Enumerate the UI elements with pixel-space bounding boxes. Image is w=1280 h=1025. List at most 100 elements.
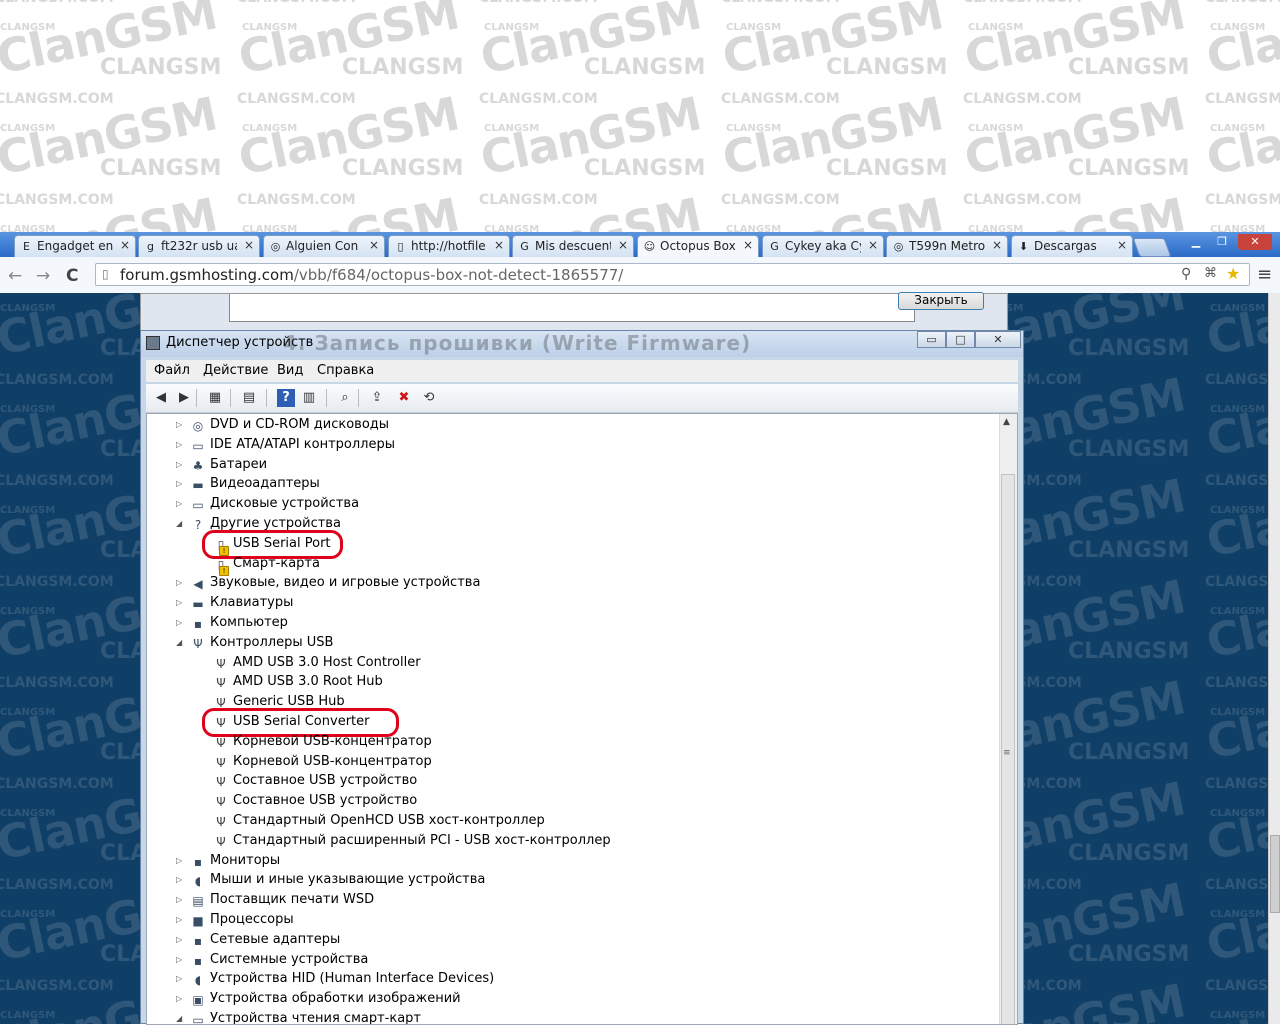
watermark-brand: ClanGSM bbox=[1201, 670, 1268, 770]
expand-icon[interactable]: ▷ bbox=[176, 598, 182, 607]
expand-icon[interactable]: ▷ bbox=[176, 935, 182, 944]
translate-icon[interactable]: ⌘ bbox=[1204, 266, 1217, 281]
tab-close-icon[interactable]: × bbox=[494, 238, 504, 252]
browser-tab[interactable]: G Cykey aka Cy × bbox=[762, 235, 884, 257]
url-bar[interactable]: ▯ forum.gsmhosting.com/vbb/f684/octopus-… bbox=[95, 263, 1250, 286]
expand-icon[interactable]: ▷ bbox=[176, 420, 182, 429]
browser-tab[interactable]: g ft232r usb ua × bbox=[138, 235, 260, 257]
menu-action[interactable]: Действие bbox=[203, 363, 268, 378]
tree-node-label: AMD USB 3.0 Host Controller bbox=[233, 654, 421, 670]
maximize-button[interactable]: □ bbox=[946, 331, 975, 348]
window-close-button[interactable]: ✕ bbox=[1238, 234, 1272, 250]
tab-favicon-icon: ◎ bbox=[893, 240, 904, 253]
collapse-icon[interactable]: ◢ bbox=[176, 519, 182, 528]
collapse-icon[interactable]: ◢ bbox=[176, 1014, 182, 1023]
toolbar-icon-3[interactable]: ▤ bbox=[240, 389, 258, 407]
toolbar-icon-6[interactable]: ⌕ bbox=[336, 389, 354, 407]
tree-scrollbar[interactable]: ▲ ≡ bbox=[999, 414, 1017, 1024]
warning-device-icon: ▯! bbox=[213, 558, 229, 576]
toolbar-icon-9[interactable]: ⟲ bbox=[420, 389, 438, 407]
toolbar-separator bbox=[196, 389, 197, 407]
expand-icon[interactable]: ▷ bbox=[176, 994, 182, 1003]
expand-icon[interactable]: ▷ bbox=[176, 915, 182, 924]
scroll-grip-icon: ≡ bbox=[1003, 748, 1011, 758]
back-button[interactable]: ← bbox=[8, 266, 22, 286]
watermark-brand: ClanGSM bbox=[234, 187, 463, 232]
tree-node-label: AMD USB 3.0 Root Hub bbox=[233, 674, 383, 690]
browser-tab[interactable]: G Mis descuent × bbox=[512, 235, 634, 257]
menu-view[interactable]: Вид bbox=[277, 363, 303, 378]
watermark-site: CLANGSM.COM bbox=[0, 776, 114, 792]
tab-close-icon[interactable]: × bbox=[244, 238, 254, 252]
browser-tab[interactable]: E Engadget en × bbox=[14, 235, 136, 257]
watermark-upper-small: CLANGSM bbox=[484, 224, 540, 232]
tab-close-icon[interactable]: × bbox=[618, 238, 628, 252]
watermark-upper-small: CLANGSM bbox=[1210, 606, 1266, 617]
watermark-site: CLANGSM.COM bbox=[237, 91, 356, 107]
watermark-site: CLANGSM.COM bbox=[1205, 473, 1268, 489]
watermark-site: CLANGSM.COM bbox=[479, 0, 598, 6]
page-scrollbar-thumb[interactable] bbox=[1270, 835, 1280, 913]
bookmark-star-icon[interactable]: ★ bbox=[1226, 264, 1240, 283]
browser-tab[interactable]: ⬇ Descargas × bbox=[1011, 235, 1133, 257]
zoom-icon[interactable]: ⚲ bbox=[1181, 266, 1191, 282]
toolbar-icon-2[interactable]: ▦ bbox=[206, 389, 224, 407]
expand-icon[interactable]: ▷ bbox=[176, 856, 182, 865]
menu-file[interactable]: Файл bbox=[154, 363, 190, 378]
tree-node-label: Батареи bbox=[210, 456, 268, 472]
warning-icon: ! bbox=[219, 545, 229, 556]
window-maximize-button[interactable]: ❐ bbox=[1209, 234, 1235, 250]
toolbar-icon-8[interactable]: ✖ bbox=[395, 389, 413, 407]
device-category-icon: ▬ bbox=[192, 478, 204, 493]
expand-icon[interactable]: ▷ bbox=[176, 895, 182, 904]
expand-icon[interactable]: ▷ bbox=[176, 499, 182, 508]
toolbar-icon-0[interactable]: ◀ bbox=[152, 389, 170, 407]
reload-button[interactable]: C bbox=[66, 266, 78, 286]
expand-icon[interactable]: ▷ bbox=[176, 479, 182, 488]
watermark-brand: ClanGSM bbox=[0, 0, 222, 85]
tab-close-icon[interactable]: × bbox=[1117, 238, 1127, 252]
expand-icon[interactable]: ▷ bbox=[176, 974, 182, 983]
close-button[interactable]: Закрыть bbox=[898, 292, 984, 310]
chrome-menu-icon[interactable]: ≡ bbox=[1257, 264, 1272, 285]
watermark-upper-small: CLANGSM bbox=[726, 22, 782, 33]
scroll-up-arrow-icon[interactable]: ▲ bbox=[1003, 417, 1010, 427]
tab-close-icon[interactable]: × bbox=[120, 238, 130, 252]
window-minimize-button[interactable]: ▁ bbox=[1183, 234, 1209, 250]
browser-tab[interactable]: ◎ T599n Metro × bbox=[886, 235, 1008, 257]
browser-tab[interactable]: ▯ http://hotfile × bbox=[388, 235, 510, 257]
toolbar-icon-5[interactable]: ▥ bbox=[300, 389, 318, 407]
collapse-icon[interactable]: ◢ bbox=[176, 638, 182, 647]
menu-help[interactable]: Справка bbox=[317, 363, 374, 378]
expand-icon[interactable]: ▷ bbox=[176, 578, 182, 587]
tab-close-icon[interactable]: × bbox=[992, 238, 1002, 252]
browser-tab[interactable]: ◎ Alguien Con × bbox=[263, 235, 385, 257]
expand-icon[interactable]: ▷ bbox=[176, 875, 182, 884]
tab-close-icon[interactable]: × bbox=[868, 238, 878, 252]
close-window-button[interactable]: ✕ bbox=[975, 331, 1021, 348]
watermark-site: CLANGSM.COM bbox=[0, 91, 114, 107]
toolbar-icon-1[interactable]: ▶ bbox=[175, 389, 193, 407]
page-scrollbar[interactable] bbox=[1268, 293, 1280, 1024]
tab-close-icon[interactable]: × bbox=[369, 238, 379, 252]
tab-favicon-icon: ▯ bbox=[397, 240, 404, 253]
browser-tab[interactable]: ☺ Octopus Box × bbox=[637, 235, 759, 257]
page-icon: ▯ bbox=[102, 267, 109, 281]
minimize-button[interactable]: ▭ bbox=[917, 331, 946, 348]
new-tab-button[interactable] bbox=[1132, 238, 1172, 257]
watermark-upper: CLANGSM bbox=[1068, 841, 1190, 866]
expand-icon[interactable]: ▷ bbox=[176, 460, 182, 469]
tab-close-icon[interactable]: × bbox=[743, 238, 753, 252]
tree-node-label: Процессоры bbox=[210, 912, 294, 927]
expand-icon[interactable]: ▷ bbox=[176, 618, 182, 627]
device-category-icon: ▪ bbox=[193, 854, 203, 869]
watermark-site: CLANGSM.COM bbox=[1205, 776, 1268, 792]
tab-label: T599n Metro bbox=[909, 239, 985, 253]
expand-icon[interactable]: ▷ bbox=[176, 955, 182, 964]
watermark-upper-small: CLANGSM bbox=[726, 224, 782, 232]
tab-label: ft232r usb ua bbox=[161, 239, 237, 253]
toolbar-icon-7[interactable]: ⇪ bbox=[368, 389, 386, 407]
toolbar-icon-4[interactable]: ? bbox=[277, 389, 295, 407]
forward-button[interactable]: → bbox=[36, 266, 50, 286]
expand-icon[interactable]: ▷ bbox=[176, 440, 182, 449]
